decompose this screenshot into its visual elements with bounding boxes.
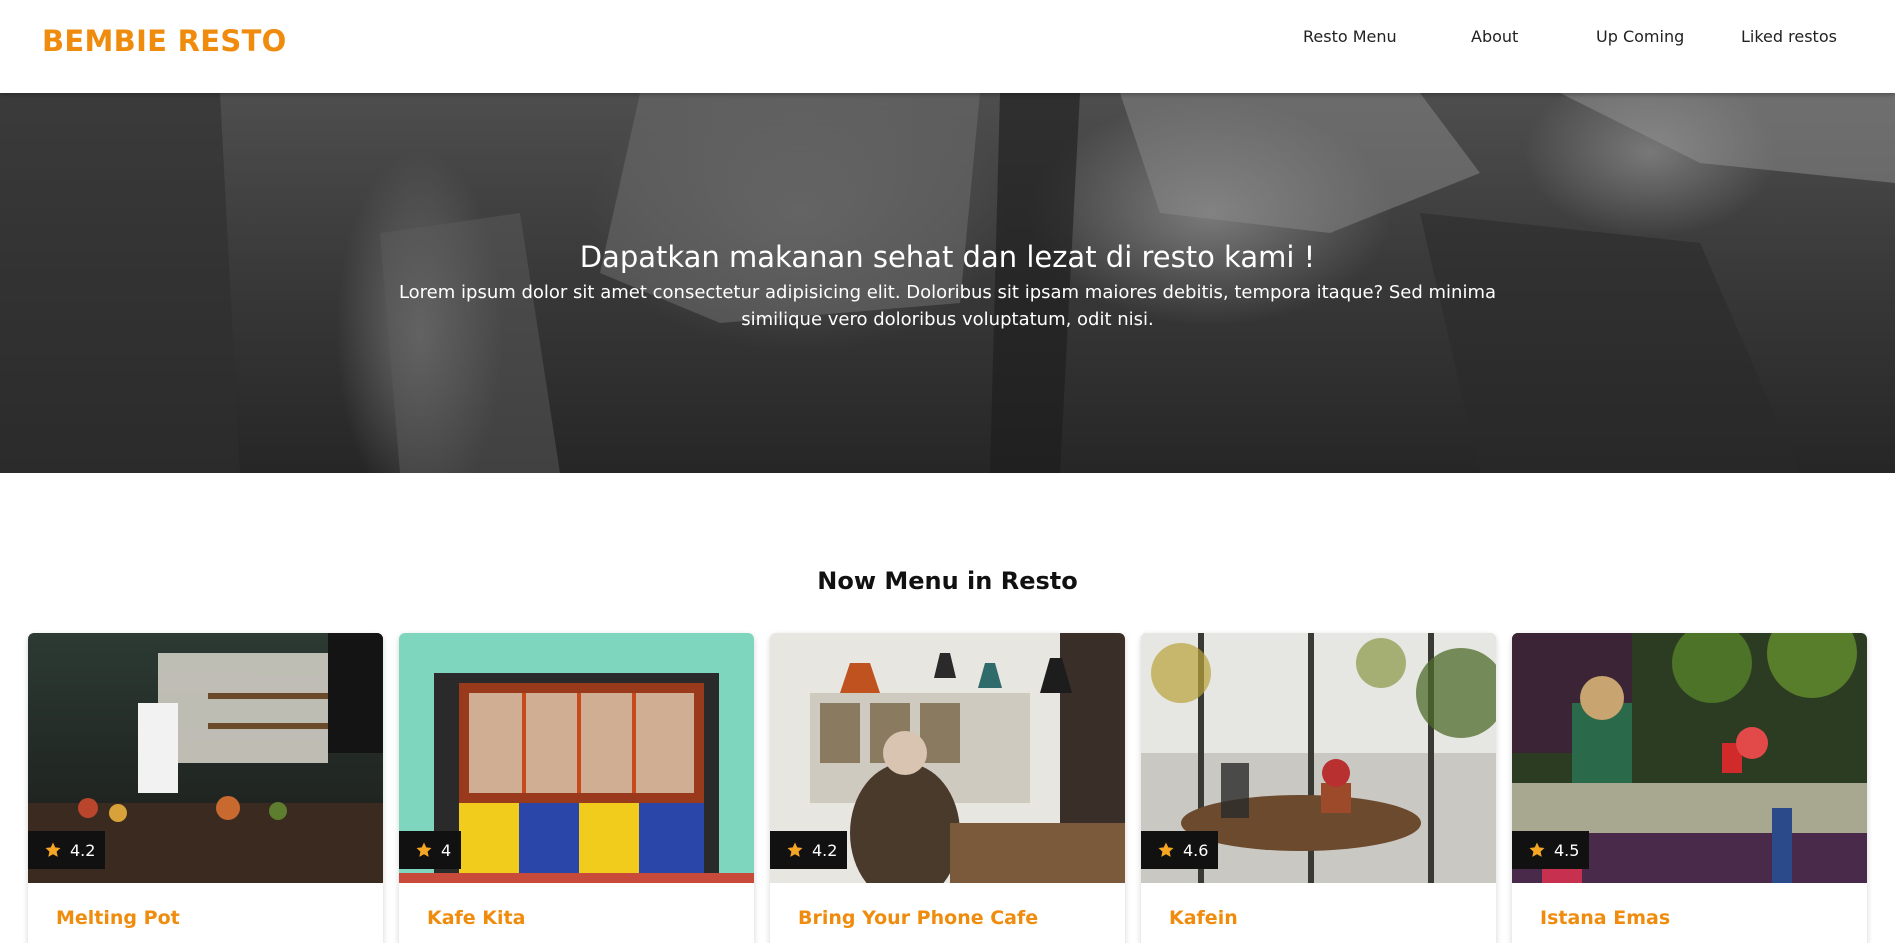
rating-value: 4.2 bbox=[70, 840, 96, 860]
rating-value: 4.2 bbox=[812, 840, 838, 860]
restaurant-card[interactable]: 4.2 Bring Your Phone Cafe bbox=[770, 633, 1125, 943]
restaurant-name[interactable]: Melting Pot bbox=[56, 907, 180, 929]
rating-value: 4.6 bbox=[1183, 840, 1209, 860]
restaurant-name[interactable]: Istana Emas bbox=[1540, 907, 1670, 929]
section-title: Now Menu in Resto bbox=[817, 567, 1078, 595]
navbar: BEMBIE RESTO Resto Menu About Up Coming … bbox=[0, 0, 1895, 93]
rating-value: 4.5 bbox=[1554, 840, 1580, 860]
star-icon bbox=[1158, 842, 1174, 857]
rating-badge: 4.5 bbox=[1512, 831, 1590, 869]
nav-link-up-coming[interactable]: Up Coming bbox=[1596, 27, 1684, 46]
hero-title: Dapatkan makanan sehat dan lezat di rest… bbox=[579, 240, 1316, 274]
star-icon bbox=[416, 842, 432, 857]
nav-link-liked-restos[interactable]: Liked restos bbox=[1741, 27, 1837, 46]
rating-badge: 4.2 bbox=[770, 831, 848, 869]
restaurant-card[interactable]: 4.6 Kafein bbox=[1141, 633, 1496, 943]
star-icon bbox=[1529, 842, 1545, 857]
restaurant-name[interactable]: Kafein bbox=[1169, 907, 1238, 929]
nav-link-about[interactable]: About bbox=[1471, 27, 1518, 46]
star-icon bbox=[45, 842, 61, 857]
restaurant-name[interactable]: Kafe Kita bbox=[427, 907, 525, 929]
brand-logo[interactable]: BEMBIE RESTO bbox=[42, 24, 287, 58]
restaurant-card[interactable]: 4.5 Istana Emas bbox=[1512, 633, 1867, 943]
restaurant-name[interactable]: Bring Your Phone Cafe bbox=[798, 907, 1038, 929]
hero-banner: Dapatkan makanan sehat dan lezat di rest… bbox=[0, 93, 1895, 473]
star-icon bbox=[787, 842, 803, 857]
restaurant-card[interactable]: 4.2 Melting Pot bbox=[28, 633, 383, 943]
rating-value: 4 bbox=[441, 840, 452, 860]
restaurant-card[interactable]: 4 Kafe Kita bbox=[399, 633, 754, 943]
hero-subtitle: Lorem ipsum dolor sit amet consectetur a… bbox=[398, 282, 1497, 330]
rating-badge: 4.2 bbox=[28, 831, 106, 869]
rating-badge: 4 bbox=[399, 831, 462, 869]
nav-link-resto-menu[interactable]: Resto Menu bbox=[1303, 27, 1397, 46]
rating-badge: 4.6 bbox=[1141, 831, 1219, 869]
